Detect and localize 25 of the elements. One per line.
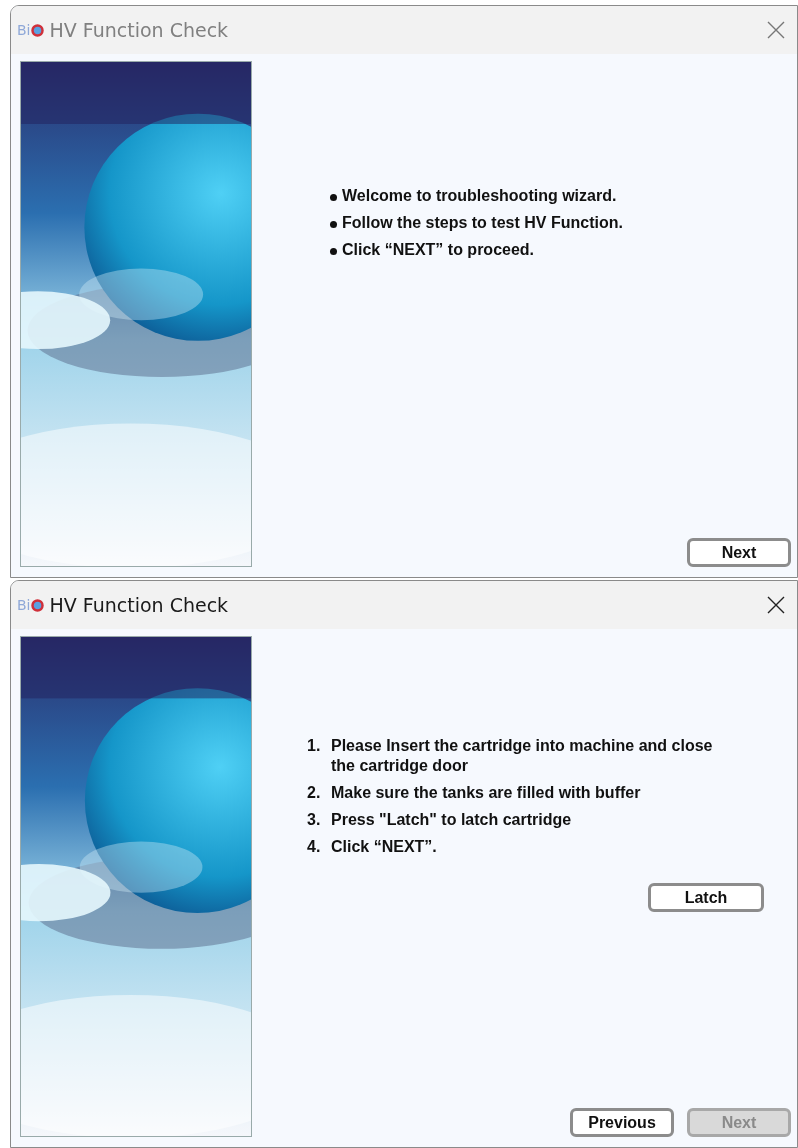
instruction-text: Click “NEXT” to proceed. xyxy=(342,240,535,260)
instruction-text: Press "Latch" to latch cartridge xyxy=(331,810,572,830)
wizard-button[interactable]: Next xyxy=(687,538,791,567)
instruction-text: Please Insert the cartridge into machine and close the cartridge door xyxy=(331,736,714,776)
instruction-text: Welcome to troubleshooting wizard. xyxy=(342,186,617,206)
logo-text: Bi xyxy=(17,22,31,38)
instruction-text: Follow the steps to test HV Function. xyxy=(342,213,623,233)
step-number: 2. xyxy=(307,783,322,803)
logo-icon xyxy=(30,598,44,612)
window-title: HV Function Check xyxy=(49,594,229,616)
bullet-icon xyxy=(330,248,337,255)
instruction-text: Click “NEXT”. xyxy=(331,837,437,857)
wizard-button[interactable]: Previous xyxy=(570,1108,674,1137)
bullet-icon xyxy=(330,221,337,228)
step-number: 4. xyxy=(307,837,322,857)
close-icon xyxy=(767,596,785,614)
close-icon xyxy=(767,21,785,39)
step-number: 3. xyxy=(307,810,322,830)
instruction-text: Make sure the tanks are filled with buffer xyxy=(331,783,641,803)
logo-icon xyxy=(30,23,44,37)
bullet-icon xyxy=(330,194,337,201)
step-number: 1. xyxy=(307,736,322,756)
logo-text: Bi xyxy=(17,597,31,613)
window-title: HV Function Check xyxy=(49,19,229,41)
latch-button[interactable]: Latch xyxy=(648,883,764,912)
